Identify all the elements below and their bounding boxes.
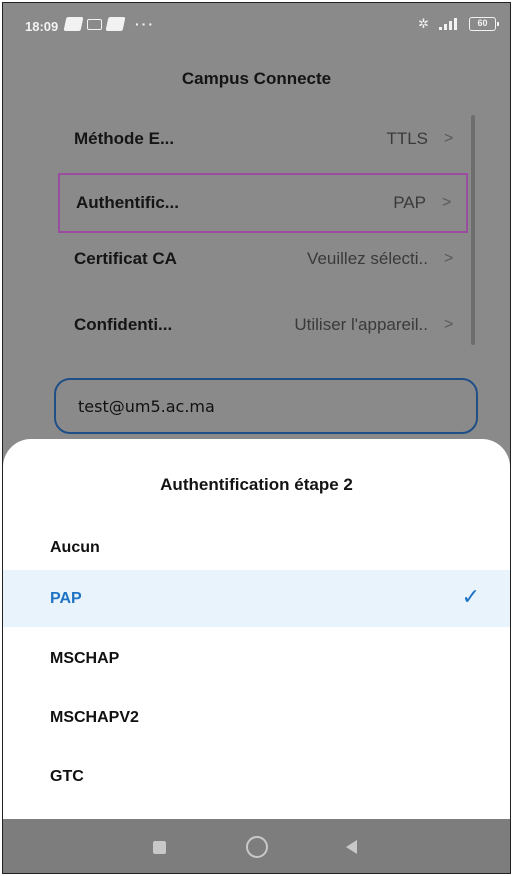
navigation-bar [3,819,510,873]
row-label: Méthode E... [74,129,175,148]
eap-method-row[interactable]: Méthode E... TTLS > [58,109,468,169]
sheet-title: Authentification étape 2 [160,475,353,494]
identity-input[interactable]: test@um5.ac.ma [54,378,478,434]
scrollbar[interactable] [471,115,475,345]
back-icon[interactable] [346,840,357,854]
ca-certificate-row[interactable]: Certificat CA Veuillez sélecti.. > [58,229,468,289]
row-label: Certificat CA [74,249,177,268]
chevron-right-icon: > [444,316,454,333]
status-bar: 18:09 ··· ✲ 60 [3,3,510,49]
chevron-right-icon: > [444,250,454,267]
bluetooth-icon: ✲ [418,16,429,31]
signal-icon [439,18,459,30]
phase2-auth-row[interactable]: Authentific... PAP > [58,173,468,233]
row-value: Utiliser l'appareil.. [294,315,428,334]
battery-icon: 60 [469,17,499,31]
option-mschapv2[interactable]: MSCHAPV2 [3,689,510,746]
more-notifications-icon: ··· [135,16,155,32]
row-label: Confidenti... [74,315,173,334]
row-value: PAP [393,193,426,212]
phone-screen: 18:09 ··· ✲ 60 Campus Connecte Méthode E… [2,2,511,874]
recents-icon[interactable] [153,841,166,854]
row-label: Authentific... [76,193,179,212]
app-n-icon [105,17,126,31]
option-mschap[interactable]: MSCHAP [3,630,510,687]
notification-icons: ··· [63,16,155,32]
option-label: PAP [50,590,82,607]
system-icons: ✲ 60 [418,16,499,32]
option-gtc[interactable]: GTC [3,748,510,805]
mail-icon [87,18,102,30]
bottom-sheet: Authentification étape 2 Aucun PAP ✓ MSC… [3,439,510,819]
chevron-right-icon: > [444,130,454,147]
page-title: Campus Connecte [181,69,332,88]
row-value: Veuillez sélecti.. [307,249,428,268]
option-aucun[interactable]: Aucun [3,519,510,576]
row-value: TTLS [386,129,428,148]
check-icon: ✓ [461,584,480,609]
chevron-right-icon: > [442,194,452,211]
privacy-row[interactable]: Confidenti... Utiliser l'appareil.. > [58,295,468,355]
status-time: 18:09 [25,19,59,34]
option-pap[interactable]: PAP ✓ [3,570,510,627]
home-icon[interactable] [246,836,268,858]
app-n-icon [63,17,84,31]
